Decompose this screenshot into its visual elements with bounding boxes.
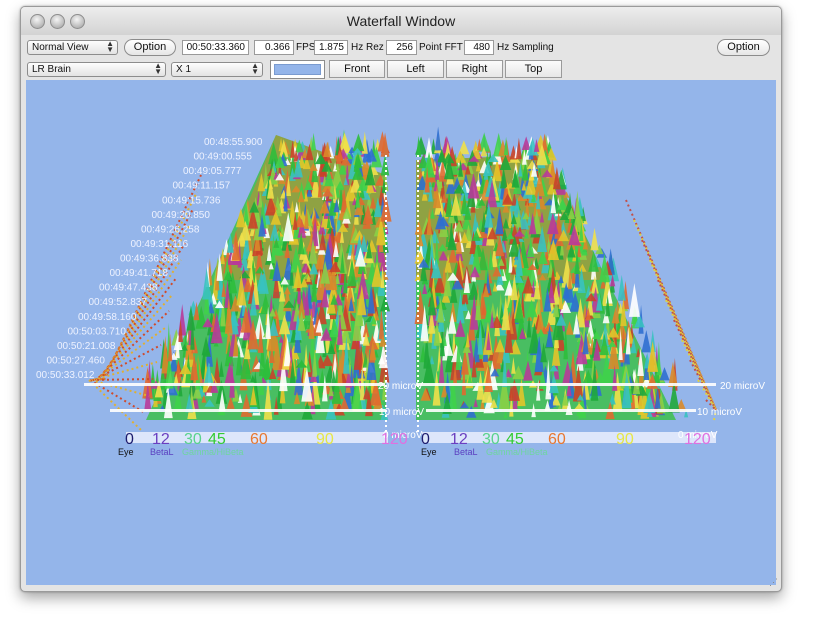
- fft-label: Point FFT: [419, 42, 463, 53]
- timestamp-label: 00:49:20.850: [152, 210, 211, 221]
- frequency-tick-label: 30: [482, 431, 500, 448]
- time-field[interactable]: 00:50:33.360: [182, 40, 249, 55]
- scale-popup[interactable]: X 1 ▲ ▼: [171, 62, 263, 77]
- timestamp-label: 00:50:27.460: [47, 355, 106, 366]
- waterfall-window: Waterfall Window Normal View ▲ ▼ Option 0…: [20, 6, 782, 592]
- left-time-guide: [90, 379, 150, 397]
- band-label: Gamma/HiBeta: [486, 447, 548, 457]
- left-waterfall-surface: [142, 129, 392, 420]
- view-mode-value: Normal View: [32, 42, 89, 53]
- option-button[interactable]: Option: [124, 39, 176, 56]
- view-mode-popup[interactable]: Normal View ▲ ▼: [27, 40, 118, 55]
- resize-grip-icon[interactable]: ⋰: [769, 577, 778, 588]
- background-color-well[interactable]: [270, 60, 325, 79]
- band-label: Eye: [118, 447, 134, 457]
- frequency-tick-label: 60: [250, 431, 268, 448]
- timestamp-label: 00:49:31.116: [131, 239, 189, 250]
- right-spike: [617, 274, 626, 301]
- band-label: BetaL: [150, 447, 174, 457]
- amplitude-label: 20 microV: [720, 381, 765, 392]
- band-label: Eye: [421, 447, 437, 457]
- amplitude-bar-20: [84, 383, 384, 386]
- timestamp-label: 00:49:00.555: [194, 152, 253, 163]
- band-label: BetaL: [454, 447, 478, 457]
- channel-value: LR Brain: [32, 64, 71, 75]
- timestamp-label: 00:49:05.777: [183, 166, 242, 177]
- amplitude-label: 10 microV: [697, 407, 742, 418]
- frequency-tick-label: 60: [548, 431, 566, 448]
- right-spike: [521, 136, 531, 151]
- timestamp-label: 00:49:58.160: [78, 312, 137, 323]
- window-title: Waterfall Window: [346, 13, 456, 29]
- right-spike: [434, 126, 442, 151]
- frequency-tick-label: 90: [316, 431, 334, 448]
- timestamp-label: 00:50:03.710: [68, 326, 127, 337]
- right-view-button[interactable]: Right: [446, 60, 503, 78]
- waterfall-plot[interactable]: 00:48:55.900 00:49:00.555 00:49:05.777 00:4…: [26, 80, 776, 585]
- frequency-tick-label: 0: [125, 431, 134, 448]
- title-bar[interactable]: Waterfall Window: [21, 7, 781, 35]
- timestamp-label: 00:49:47.438: [99, 283, 158, 294]
- popup-arrows-icon: ▲ ▼: [154, 61, 162, 76]
- waterfall-3d-view[interactable]: 00:48:55.900 00:49:00.555 00:49:05.777 00:4…: [26, 80, 776, 585]
- scale-value: X 1: [176, 64, 192, 75]
- amplitude-bar-10: [426, 409, 696, 412]
- frequency-tick-label: 120: [684, 431, 711, 448]
- band-label: Gamma/HiBeta: [182, 447, 244, 457]
- color-swatch: [274, 64, 321, 75]
- amplitude-label: 20 microV: [378, 381, 423, 392]
- front-view-button[interactable]: Front: [329, 60, 385, 78]
- amplitude-label: 10 microV: [379, 407, 424, 418]
- timestamp-label: 00:49:52.837: [89, 297, 148, 308]
- top-view-button[interactable]: Top: [505, 60, 562, 78]
- sampling-label: Hz Sampling: [497, 42, 554, 53]
- sampling-field[interactable]: 480: [464, 40, 494, 55]
- right-waterfall-surface: [414, 126, 689, 420]
- timestamp-label: 00:50:21.008: [57, 341, 116, 352]
- frequency-tick-label: 12: [152, 431, 170, 448]
- amplitude-bar-10: [110, 409, 385, 412]
- amplitude-bar-20: [416, 383, 716, 386]
- fps-label: FPS: [296, 42, 316, 53]
- frequency-tick-label: 0: [421, 431, 430, 448]
- timestamp-label: 00:49:15.736: [162, 195, 221, 206]
- frequency-tick-label: 45: [208, 431, 226, 448]
- hz-rez-field[interactable]: 1.875: [314, 40, 348, 55]
- timestamp-label: 00:49:41.718: [110, 268, 169, 279]
- option-button-right[interactable]: Option: [717, 39, 770, 56]
- toolbar: Normal View ▲ ▼ Option 00:50:33.360 0.366…: [21, 35, 781, 79]
- left-view-button[interactable]: Left: [387, 60, 444, 78]
- frequency-tick-label: 45: [506, 431, 524, 448]
- fft-points-field[interactable]: 256: [386, 40, 417, 55]
- timestamp-label: 00:48:55.900: [204, 137, 263, 148]
- timestamp-label: 00:49:36.838: [120, 254, 179, 265]
- frequency-tick-label: 30: [184, 431, 202, 448]
- timestamp-label: 00:50:33.012: [36, 370, 95, 381]
- frequency-tick-label: 90: [616, 431, 634, 448]
- fps-field[interactable]: 0.366: [254, 40, 294, 55]
- right-spike: [590, 227, 599, 251]
- timestamp-label: 00:49:26.258: [141, 224, 200, 235]
- channel-popup[interactable]: LR Brain ▲ ▼: [27, 62, 166, 77]
- timestamp-label: 00:49:11.157: [173, 181, 231, 192]
- left-spike: [352, 133, 365, 152]
- right-spike: [628, 283, 640, 317]
- hz-rez-label: Hz Rez: [351, 42, 384, 53]
- popup-arrows-icon: ▲ ▼: [106, 39, 114, 54]
- frequency-tick-label: 12: [450, 431, 468, 448]
- left-spike: [380, 154, 390, 176]
- popup-arrows-icon: ▲ ▼: [251, 61, 259, 76]
- frequency-tick-label: 120: [381, 431, 408, 448]
